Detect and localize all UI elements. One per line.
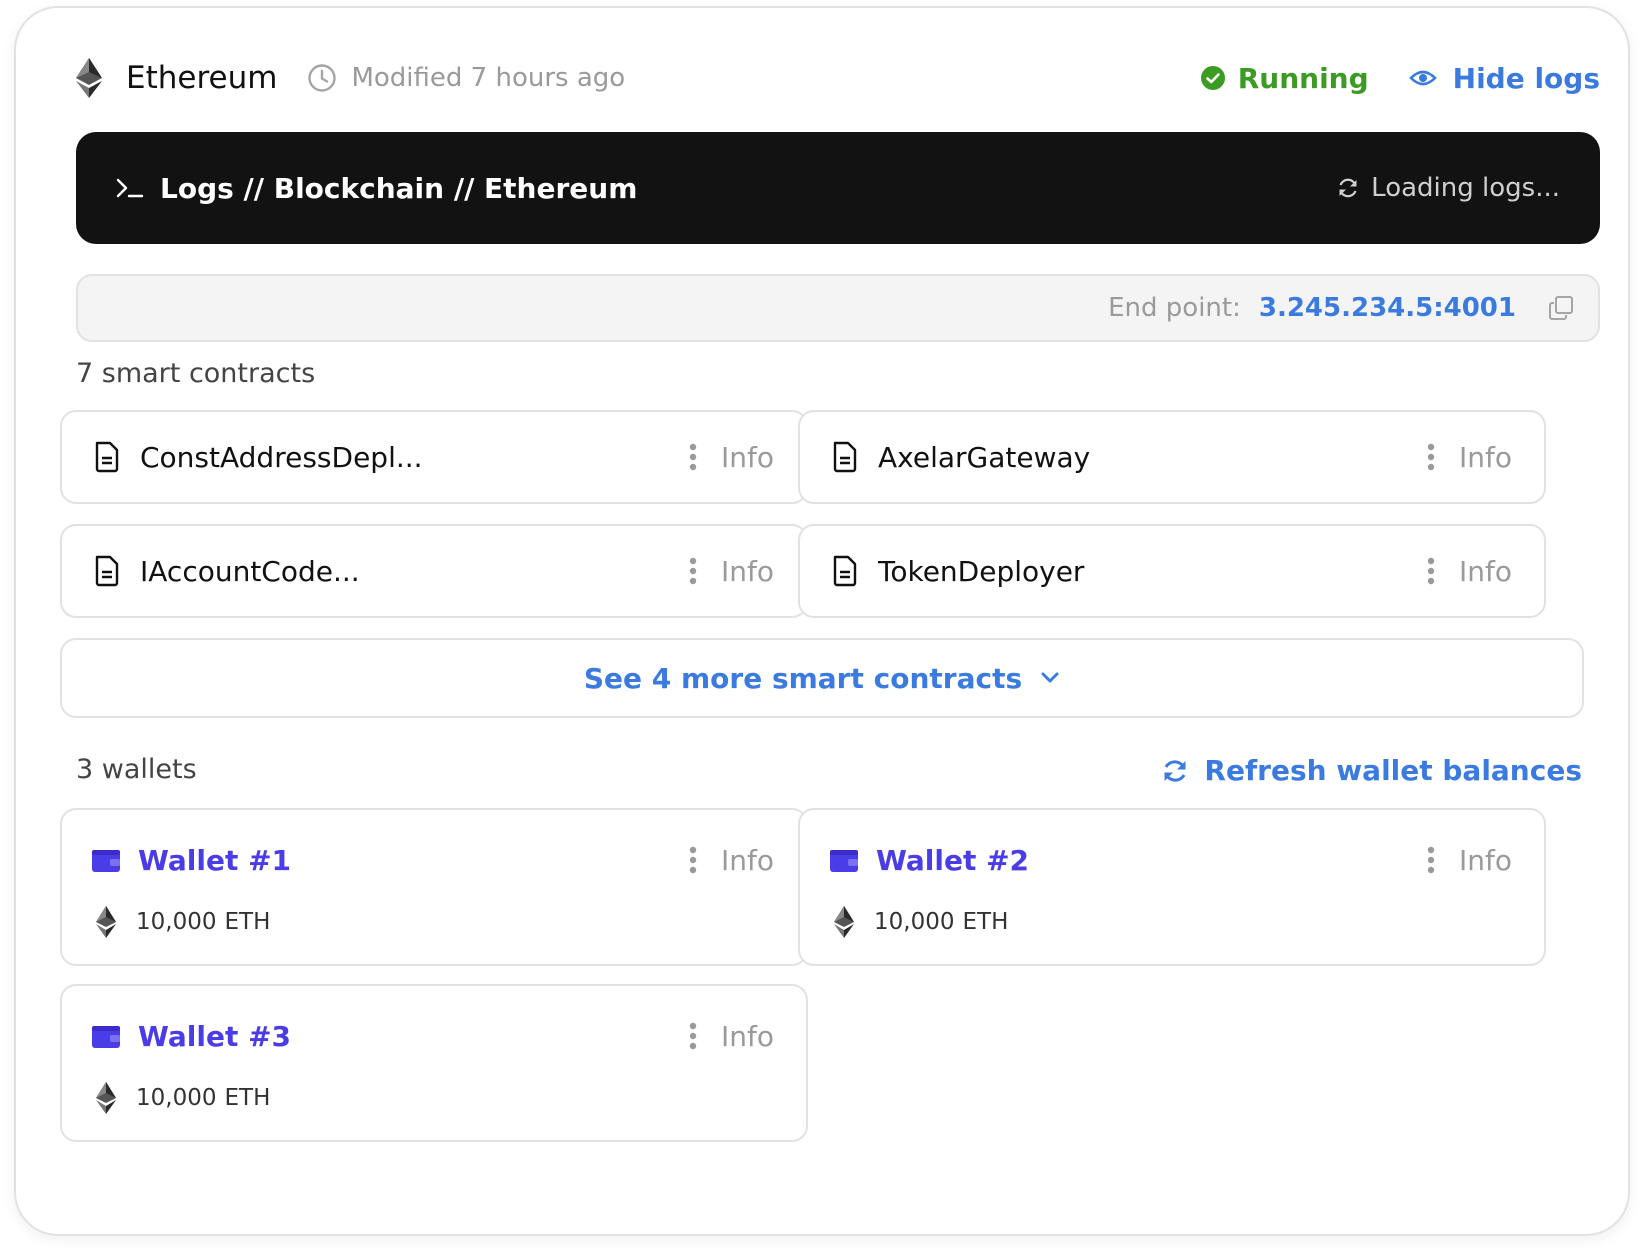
wallet-tile[interactable]: Wallet #2 Info 10,000 ETH xyxy=(798,808,1546,966)
ethereum-icon xyxy=(834,906,854,938)
contracts-heading: 7 smart contracts xyxy=(76,358,316,389)
clock-icon xyxy=(308,64,337,92)
wallet-icon xyxy=(830,850,858,872)
endpoint-value[interactable]: 3.245.234.5:4001 xyxy=(1259,293,1516,323)
wallet-tile[interactable]: Wallet #1 Info 10,000 ETH xyxy=(60,808,808,966)
info-label: Info xyxy=(721,1019,774,1053)
logs-loading-status: Loading logs... xyxy=(1337,173,1560,203)
contract-name: ConstAddressDepl... xyxy=(140,440,423,474)
document-icon xyxy=(95,441,119,473)
contract-name: TokenDeployer xyxy=(878,554,1085,588)
wallet-balance: 10,000 ETH xyxy=(96,906,270,938)
contract-name: IAccountCode... xyxy=(140,554,360,588)
header-actions: Running Hide logs xyxy=(1200,62,1600,95)
contract-info-button[interactable]: Info xyxy=(1427,555,1512,588)
network-title: Ethereum xyxy=(126,60,278,96)
see-more-contracts-button[interactable]: See 4 more smart contracts xyxy=(60,638,1584,718)
refresh-label: Refresh wallet balances xyxy=(1204,754,1582,787)
terminal-prompt-icon xyxy=(116,178,144,198)
endpoint-label: End point: xyxy=(1108,293,1241,323)
kebab-menu-icon xyxy=(1427,846,1435,874)
copy-icon[interactable] xyxy=(1548,295,1574,321)
ethereum-icon xyxy=(96,906,116,938)
kebab-menu-icon xyxy=(689,846,697,874)
check-circle-icon xyxy=(1200,66,1225,90)
hide-logs-label: Hide logs xyxy=(1452,61,1600,95)
contract-info-button[interactable]: Info xyxy=(689,441,774,474)
logs-title: Logs // Blockchain // Ethereum xyxy=(160,171,638,205)
wallet-info-button[interactable]: Info xyxy=(689,1020,774,1053)
wallet-balance: 10,000 ETH xyxy=(834,906,1008,938)
wallet-info-button[interactable]: Info xyxy=(689,844,774,877)
wallet-balance: 10,000 ETH xyxy=(96,1082,270,1114)
contract-tile[interactable]: IAccountCode... Info xyxy=(60,524,808,618)
balance-amount: 10,000 xyxy=(136,1085,217,1111)
status-text: Running xyxy=(1237,61,1369,95)
balance-amount: 10,000 xyxy=(874,909,955,935)
network-card: Ethereum Modified 7 hours ago Running Hi… xyxy=(14,6,1630,1236)
info-label: Info xyxy=(1459,843,1512,877)
wallets-heading: 3 wallets xyxy=(76,754,197,785)
balance-unit: ETH xyxy=(962,909,1009,935)
logs-bar[interactable]: Logs // Blockchain // Ethereum Loading l… xyxy=(76,132,1600,244)
contract-tile[interactable]: TokenDeployer Info xyxy=(798,524,1546,618)
ethereum-icon xyxy=(76,58,102,98)
wallet-tile[interactable]: Wallet #3 Info 10,000 ETH xyxy=(60,984,808,1142)
balance-amount: 10,000 xyxy=(136,909,217,935)
wallet-name[interactable]: Wallet #1 xyxy=(138,844,291,877)
wallet-name[interactable]: Wallet #3 xyxy=(138,1020,291,1053)
document-icon xyxy=(833,441,857,473)
info-label: Info xyxy=(1459,554,1512,588)
wallet-header: Wallet #3 Info xyxy=(92,1016,774,1056)
refresh-icon xyxy=(1339,178,1357,198)
contract-info-button[interactable]: Info xyxy=(1427,441,1512,474)
wallet-header: Wallet #2 Info xyxy=(830,840,1512,880)
endpoint-bar: End point: 3.245.234.5:4001 xyxy=(76,274,1600,342)
refresh-balances-button[interactable]: Refresh wallet balances xyxy=(1162,754,1582,787)
eye-icon xyxy=(1408,70,1437,86)
kebab-menu-icon xyxy=(1427,443,1435,471)
wallet-icon xyxy=(92,1026,120,1048)
refresh-icon xyxy=(1164,759,1186,782)
contract-tile[interactable]: ConstAddressDepl... Info xyxy=(60,410,808,504)
contract-tile[interactable]: AxelarGateway Info xyxy=(798,410,1546,504)
kebab-menu-icon xyxy=(689,1022,697,1050)
card-header: Ethereum Modified 7 hours ago Running Hi… xyxy=(76,48,1600,108)
see-more-label: See 4 more smart contracts xyxy=(583,661,1023,695)
wallet-name[interactable]: Wallet #2 xyxy=(876,844,1029,877)
balance-unit: ETH xyxy=(224,909,271,935)
kebab-menu-icon xyxy=(689,557,697,585)
info-label: Info xyxy=(1459,440,1512,474)
kebab-menu-icon xyxy=(689,443,697,471)
info-label: Info xyxy=(721,440,774,474)
modified-info: Modified 7 hours ago xyxy=(307,63,625,93)
ethereum-icon xyxy=(96,1082,116,1114)
document-icon xyxy=(95,555,119,587)
info-label: Info xyxy=(721,554,774,588)
wallet-header: Wallet #1 Info xyxy=(92,840,774,880)
wallet-icon xyxy=(92,850,120,872)
info-label: Info xyxy=(721,843,774,877)
chevron-down-icon xyxy=(1041,672,1059,683)
contract-name: AxelarGateway xyxy=(878,440,1091,474)
balance-unit: ETH xyxy=(224,1085,271,1111)
hide-logs-button[interactable]: Hide logs xyxy=(1408,61,1600,95)
contract-info-button[interactable]: Info xyxy=(689,555,774,588)
modified-text: Modified 7 hours ago xyxy=(351,63,626,93)
document-icon xyxy=(833,555,857,587)
logs-loading-text: Loading logs... xyxy=(1371,173,1560,203)
wallet-info-button[interactable]: Info xyxy=(1427,844,1512,877)
kebab-menu-icon xyxy=(1427,557,1435,585)
status-badge: Running xyxy=(1200,62,1369,95)
